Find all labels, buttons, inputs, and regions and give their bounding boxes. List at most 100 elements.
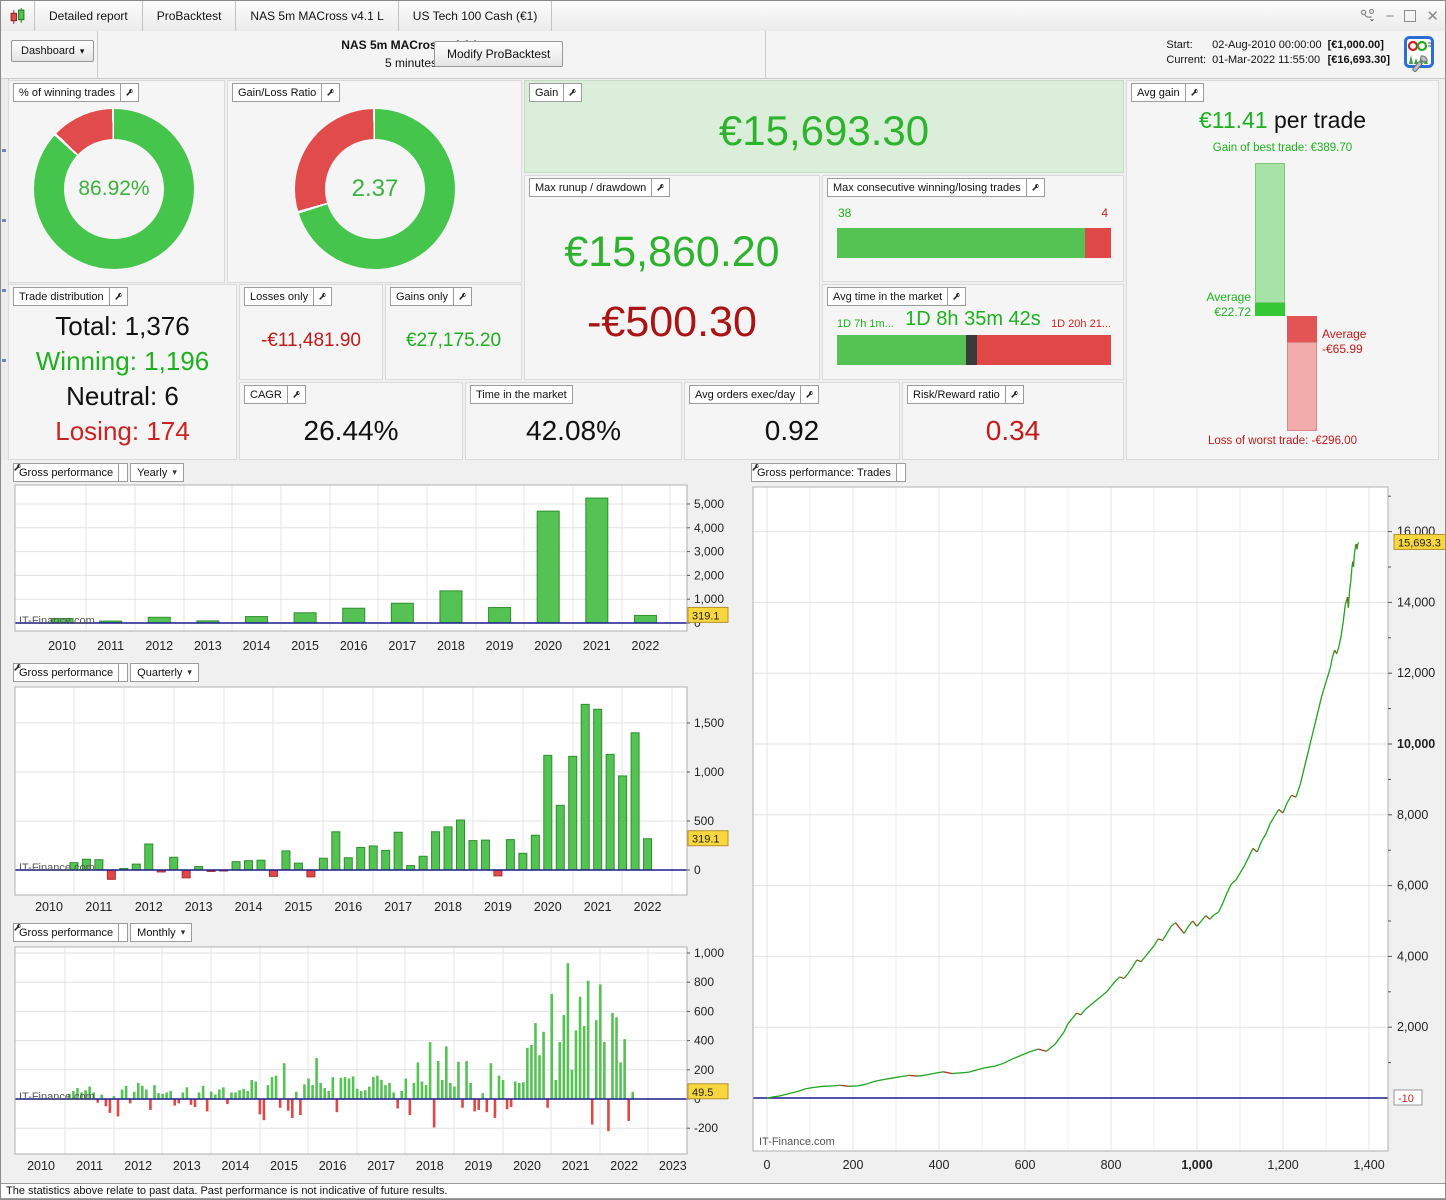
svg-text:2018: 2018: [434, 900, 462, 914]
yearly-period-dropdown[interactable]: Yearly ▾: [130, 463, 184, 482]
svg-text:200: 200: [843, 1158, 864, 1172]
svg-text:-200: -200: [694, 1121, 718, 1135]
svg-text:2013: 2013: [194, 639, 222, 653]
svg-text:2022: 2022: [634, 900, 662, 914]
wrench-icon[interactable]: [313, 288, 331, 305]
svg-text:400: 400: [694, 1034, 714, 1048]
svg-text:2014: 2014: [221, 1159, 249, 1173]
dashboard-dropdown[interactable]: Dashboard ▾: [11, 40, 95, 62]
svg-text:1,000: 1,000: [1181, 1158, 1212, 1172]
tab-instrument[interactable]: US Tech 100 Cash (€1): [399, 1, 553, 31]
svg-text:2014: 2014: [243, 639, 271, 653]
svg-text:2023: 2023: [659, 1159, 687, 1173]
svg-text:500: 500: [694, 814, 714, 828]
time-in-market-chip: Time in the market: [470, 385, 573, 404]
wrench-icon[interactable]: [1184, 84, 1203, 101]
avg-gain-title: €11.41 per trade: [1198, 107, 1367, 133]
gain-loss-value: 2.37: [351, 175, 399, 202]
tab-strategy[interactable]: NAS 5m MACross v4.1 L: [236, 1, 399, 31]
svg-text:2016: 2016: [319, 1159, 347, 1173]
wrench-icon[interactable]: [286, 386, 305, 403]
wrench-icon[interactable]: [14, 664, 127, 681]
svg-text:4,000: 4,000: [1397, 949, 1428, 963]
svg-text:2012: 2012: [145, 639, 173, 653]
svg-text:-10: -10: [1398, 1093, 1414, 1105]
tab-detailed-report[interactable]: Detailed report: [34, 1, 143, 31]
panel-time-in-market: Time in the market 42.08%: [465, 382, 682, 460]
avg-gain-red-bar: [1287, 342, 1317, 431]
svg-text:2022: 2022: [610, 1159, 638, 1173]
start-current-info: Start: 02-Aug-2010 00:00:00 [€1,000.00] …: [1163, 38, 1393, 68]
svg-text:200: 200: [694, 1063, 714, 1077]
svg-text:15,693.3: 15,693.3: [1398, 537, 1441, 549]
risk-reward-value: 0.34: [985, 415, 1041, 446]
wrench-icon[interactable]: [752, 464, 905, 481]
trades-chart-chip: Gross performance: Trades: [751, 463, 906, 482]
wrench-icon[interactable]: [14, 464, 127, 481]
svg-text:2020: 2020: [534, 639, 562, 653]
svg-text:600: 600: [1015, 1158, 1036, 1172]
runup-drawdown-chip: Max runup / drawdown: [529, 178, 671, 197]
svg-text:IT-Finance.com: IT-Finance.com: [19, 862, 95, 874]
svg-text:14,000: 14,000: [1397, 595, 1435, 609]
svg-text:2014: 2014: [235, 900, 263, 914]
modify-probacktest-button[interactable]: Modify ProBacktest: [434, 41, 564, 67]
svg-text:5,000: 5,000: [694, 497, 724, 511]
window-controls: − ✕: [1360, 1, 1439, 31]
svg-text:IT-Finance.com: IT-Finance.com: [19, 615, 95, 627]
wrench-icon[interactable]: [563, 84, 581, 101]
time-in-market-value: 42.08%: [526, 415, 621, 446]
svg-text:2013: 2013: [173, 1159, 201, 1173]
time-in-market-bar: [837, 335, 1111, 365]
wrench-icon[interactable]: [108, 288, 127, 305]
svg-text:2012: 2012: [135, 900, 163, 914]
avg-gain-green-avg-segment: [1255, 303, 1285, 316]
panel-runup-drawdown: Max runup / drawdown €15,860.20 -€500.30: [524, 175, 820, 380]
wrench-icon[interactable]: [800, 386, 818, 403]
yearly-chart-chip: Gross performance: [13, 463, 129, 482]
wrench-icon[interactable]: [321, 84, 339, 101]
neutral-trades: Neutral: 6: [66, 381, 179, 411]
quarterly-period-dropdown[interactable]: Quarterly ▾: [130, 663, 199, 682]
start-label: Start:: [1166, 39, 1193, 51]
svg-text:IT-Finance.com: IT-Finance.com: [19, 1091, 95, 1103]
maximize-button[interactable]: [1404, 10, 1417, 22]
svg-text:2011: 2011: [97, 639, 124, 653]
svg-text:400: 400: [929, 1158, 950, 1172]
wrench-icon[interactable]: [120, 84, 138, 101]
svg-text:2015: 2015: [291, 639, 319, 653]
panel-losses-only: Losses only -€11,481.90: [239, 284, 383, 380]
status-bar: The statistics above relate to past data…: [1, 1183, 1445, 1198]
panel-risk-reward: Risk/Reward ratio 0.34: [902, 382, 1124, 460]
svg-text:2018: 2018: [416, 1159, 444, 1173]
monthly-period-dropdown[interactable]: Monthly ▾: [130, 923, 193, 942]
svg-text:2019: 2019: [464, 1159, 492, 1173]
svg-text:1,000: 1,000: [694, 592, 724, 606]
wrench-icon[interactable]: [1004, 386, 1023, 403]
losses-only-chip: Losses only: [244, 287, 333, 306]
share-icon[interactable]: [1360, 8, 1376, 25]
avg-gain-green-bar: [1255, 163, 1285, 303]
svg-text:2015: 2015: [284, 900, 312, 914]
chart-gross-performance-monthly: 1,0008006004002000-20049.520102011201220…: [9, 921, 743, 1183]
best-trade-text: Gain of best trade: €389.70: [1212, 142, 1353, 154]
tab-probacktest[interactable]: ProBacktest: [143, 1, 237, 31]
max-runup-value: €15,860.20: [564, 228, 780, 276]
wrench-icon[interactable]: [651, 179, 669, 196]
wrench-icon[interactable]: [14, 924, 127, 941]
winning-trades-donut: 86.92%: [34, 109, 194, 269]
wrench-icon[interactable]: [947, 288, 965, 305]
svg-text:2019: 2019: [486, 639, 514, 653]
winning-trades-chip: % of winning trades: [13, 83, 139, 102]
wrench-icon[interactable]: [452, 288, 471, 305]
gain-chip: Gain: [529, 83, 583, 102]
svg-text:600: 600: [694, 1004, 714, 1018]
report-settings-icon[interactable]: [1404, 36, 1437, 78]
quarterly-chart-chip: Gross performance: [13, 663, 129, 682]
minimize-button[interactable]: −: [1386, 9, 1395, 24]
wrench-icon[interactable]: [1025, 179, 1044, 196]
svg-text:IT-Finance.com: IT-Finance.com: [759, 1136, 835, 1148]
close-button[interactable]: ✕: [1426, 9, 1439, 24]
gain-loss-donut: 2.37: [295, 109, 455, 269]
risk-reward-chip: Risk/Reward ratio: [907, 385, 1024, 404]
